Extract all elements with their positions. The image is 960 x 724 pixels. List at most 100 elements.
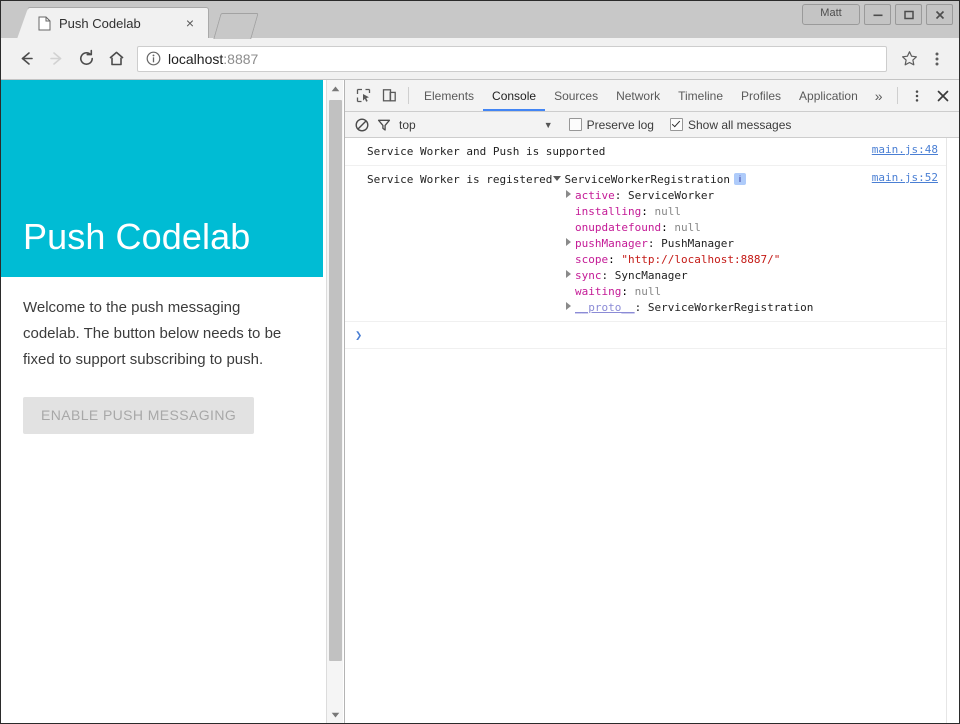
property-name: scope	[575, 253, 608, 266]
chrome-menu-icon[interactable]	[923, 45, 951, 73]
browser-toolbar: localhost:8887	[1, 38, 959, 80]
show-all-messages-checkbox[interactable]: Show all messages	[670, 118, 791, 132]
toolbar-divider	[408, 87, 409, 104]
tab-application[interactable]: Application	[790, 80, 867, 111]
property-value: : ServiceWorker	[615, 189, 714, 202]
clear-console-icon[interactable]	[351, 114, 373, 136]
star-icon[interactable]	[895, 45, 923, 73]
page-scrollbar-thumb[interactable]	[329, 100, 342, 661]
tab-overflow-button[interactable]: »	[867, 88, 891, 104]
object-property[interactable]: onupdatefound: null	[367, 220, 946, 236]
object-property[interactable]: waiting: null	[367, 284, 946, 300]
property-name: waiting	[575, 285, 621, 298]
preserve-log-checkbox-box	[569, 118, 582, 131]
content-area: Push Codelab Welcome to the push messagi…	[1, 80, 959, 723]
close-icon[interactable]	[926, 4, 953, 25]
new-tab-button[interactable]	[213, 13, 258, 39]
console-message-source[interactable]: main.js:48	[872, 143, 938, 156]
inspect-element-icon[interactable]	[350, 83, 376, 109]
disclosure-triangle-icon[interactable]	[553, 176, 561, 181]
reload-icon[interactable]	[71, 44, 101, 74]
browser-tab-push-codelab[interactable]: Push Codelab ×	[27, 7, 209, 38]
page-info-icon[interactable]	[146, 51, 161, 66]
property-name: sync	[575, 269, 602, 282]
disclosure-triangle-icon[interactable]	[566, 190, 571, 198]
page-intro-text: Welcome to the push messaging codelab. T…	[23, 295, 301, 373]
disclosure-triangle-icon[interactable]	[566, 302, 571, 310]
profile-button[interactable]: Matt	[802, 4, 860, 25]
filter-icon[interactable]	[373, 114, 395, 136]
property-value: : SyncManager	[602, 269, 688, 282]
tab-network[interactable]: Network	[607, 80, 669, 111]
maximize-icon[interactable]	[895, 4, 922, 25]
tab-elements[interactable]: Elements	[415, 80, 483, 111]
url-host: localhost	[168, 51, 223, 67]
tab-strip: Push Codelab × Matt	[1, 1, 959, 38]
page-scrollbar[interactable]	[326, 80, 343, 723]
devtools-toolbar-right	[891, 83, 960, 109]
property-value: : null	[661, 221, 701, 234]
scroll-down-arrow[interactable]	[327, 706, 344, 723]
object-property[interactable]: active: ServiceWorker	[367, 188, 946, 204]
page-document: Push Codelab Welcome to the push messagi…	[1, 80, 323, 723]
property-value: : PushManager	[648, 237, 734, 250]
url-port: :8887	[223, 51, 258, 67]
preserve-log-checkbox[interactable]: Preserve log	[569, 118, 654, 132]
preserve-log-label: Preserve log	[587, 118, 654, 132]
property-name: onupdatefound	[575, 221, 661, 234]
console-object-name: ServiceWorkerRegistration	[564, 173, 730, 186]
page-icon	[38, 16, 51, 31]
tab-console[interactable]: Console	[483, 80, 545, 111]
console-context-label: top	[399, 118, 416, 132]
property-name: active	[575, 189, 615, 202]
tab-profiles[interactable]: Profiles	[732, 80, 790, 111]
tab-sources[interactable]: Sources	[545, 80, 607, 111]
property-name: pushManager	[575, 237, 648, 250]
back-arrow-icon[interactable]	[11, 44, 41, 74]
object-property[interactable]: pushManager: PushManager	[367, 236, 946, 252]
console-message[interactable]: main.js:52 Service Worker is registeredS…	[345, 166, 946, 322]
forward-arrow-icon	[41, 44, 71, 74]
device-toolbar-icon[interactable]	[376, 83, 402, 109]
console-filter-bar: top ▼ Preserve log Show all messages	[345, 112, 959, 138]
tab-timeline[interactable]: Timeline	[669, 80, 732, 111]
address-bar-text: localhost:8887	[168, 51, 258, 67]
tab-close-icon[interactable]: ×	[182, 15, 198, 31]
page-hero-banner: Push Codelab	[1, 80, 323, 277]
devtools-tabbar: Elements Console Sources Network Timelin…	[345, 80, 959, 112]
object-property[interactable]: scope: "http://localhost:8887/"	[367, 252, 946, 268]
devtools-menu-icon[interactable]	[904, 83, 930, 109]
object-property[interactable]: installing: null	[367, 204, 946, 220]
object-property[interactable]: __proto__: ServiceWorkerRegistration	[367, 300, 946, 316]
console-message-text: Service Worker is registered	[367, 173, 552, 186]
page-viewport: Push Codelab Welcome to the push messagi…	[1, 80, 345, 723]
scroll-up-arrow[interactable]	[327, 80, 344, 97]
console-message-header: Service Worker is registered ServiceWorke…	[367, 171, 946, 188]
property-value: : ServiceWorkerRegistration	[635, 301, 814, 314]
address-bar[interactable]: localhost:8887	[137, 46, 887, 72]
console-output: Service Worker and Push is supported mai…	[345, 138, 959, 723]
console-message-text: Service Worker and Push is supported	[367, 145, 605, 158]
page-content: Welcome to the push messaging codelab. T…	[1, 277, 323, 434]
minimize-icon[interactable]	[864, 4, 891, 25]
tab-title: Push Codelab	[59, 16, 182, 31]
toolbar-divider-right	[897, 87, 898, 104]
devtools-close-icon[interactable]	[930, 83, 956, 109]
info-badge-icon[interactable]: i	[734, 173, 746, 185]
window-caption-controls: Matt	[802, 4, 953, 25]
console-message-source[interactable]: main.js:52	[872, 171, 938, 184]
property-name: installing	[575, 205, 641, 218]
page-title: Push Codelab	[23, 219, 250, 255]
console-scroll-area: Service Worker and Push is supported mai…	[345, 138, 946, 723]
console-context-select[interactable]: top ▼	[399, 118, 553, 132]
console-prompt[interactable]: ❯	[345, 322, 946, 349]
home-icon[interactable]	[101, 44, 131, 74]
chevron-down-icon: ▼	[544, 120, 553, 130]
disclosure-triangle-icon[interactable]	[566, 238, 571, 246]
enable-push-messaging-button[interactable]: ENABLE PUSH MESSAGING	[23, 397, 254, 434]
devtools-panel: Elements Console Sources Network Timelin…	[345, 80, 959, 723]
console-scrollbar[interactable]	[946, 138, 959, 723]
console-message[interactable]: Service Worker and Push is supported mai…	[345, 138, 946, 166]
disclosure-triangle-icon[interactable]	[566, 270, 571, 278]
object-property[interactable]: sync: SyncManager	[367, 268, 946, 284]
